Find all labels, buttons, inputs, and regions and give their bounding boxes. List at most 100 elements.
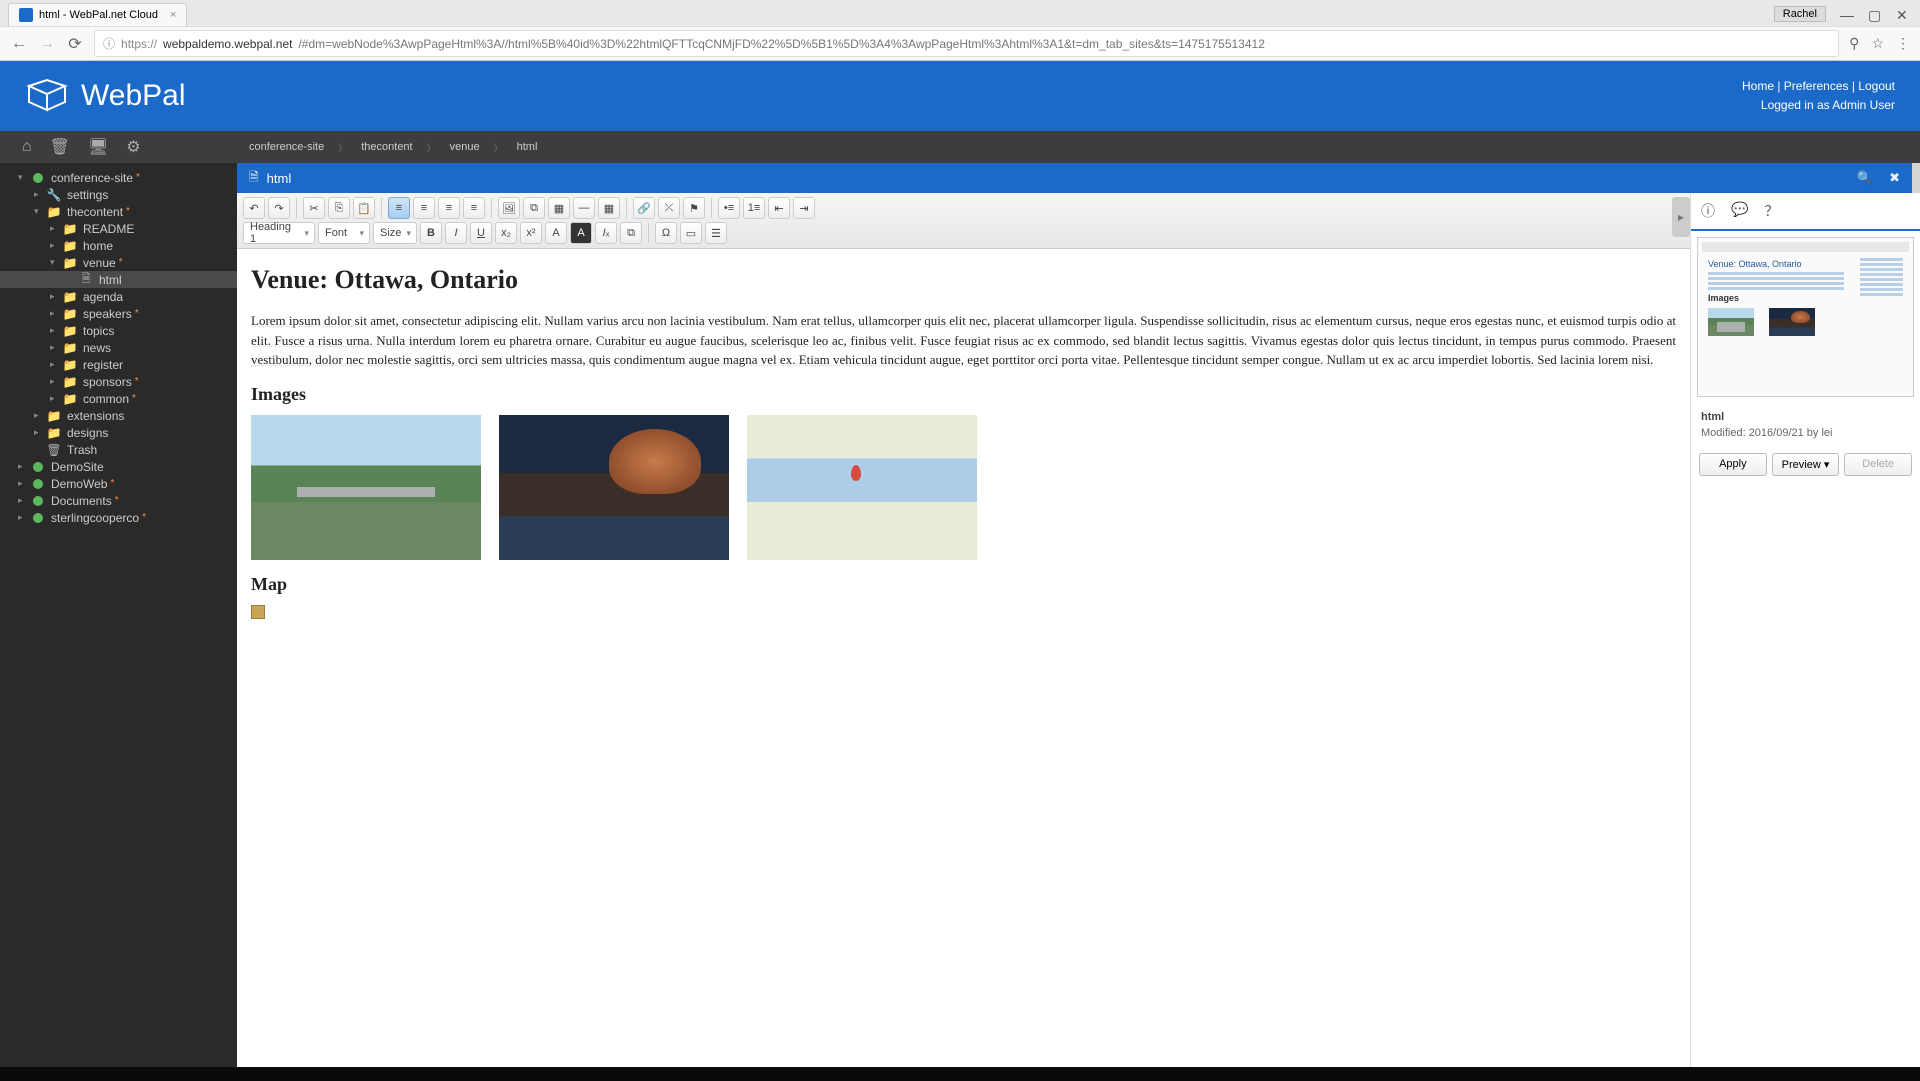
content-paragraph[interactable]: Lorem ipsum dolor sit amet, consectetur … <box>251 311 1676 370</box>
browser-menu-icon[interactable]: ⋮ <box>1896 35 1910 52</box>
content-image-2[interactable] <box>499 415 729 560</box>
tree-item-conference-site[interactable]: ▾conference-site* <box>0 169 237 186</box>
tree-item-register[interactable]: ▸📁register <box>0 356 237 373</box>
search-icon[interactable]: 🔍 <box>1857 170 1873 186</box>
align-right-icon[interactable]: ≡ <box>438 197 460 219</box>
align-center-icon[interactable]: ≡ <box>413 197 435 219</box>
nav-forward-icon[interactable]: → <box>38 35 56 53</box>
unlink-icon[interactable]: ⤫ <box>658 197 680 219</box>
tree-item-venue[interactable]: ▾📁venue* <box>0 254 237 271</box>
bg-color-icon[interactable]: A <box>570 222 592 244</box>
media-icon[interactable]: ▦ <box>548 197 570 219</box>
tree-arrow-icon[interactable]: ▸ <box>34 410 44 421</box>
location-icon[interactable]: ⚲ <box>1849 35 1859 52</box>
align-left-icon[interactable]: ≡ <box>388 197 410 219</box>
anchor-icon[interactable]: ⚑ <box>683 197 705 219</box>
map-placeholder-icon[interactable] <box>251 605 265 619</box>
tree-item-topics[interactable]: ▸📁topics <box>0 322 237 339</box>
tree-arrow-icon[interactable]: ▸ <box>50 308 60 319</box>
align-justify-icon[interactable]: ≡ <box>463 197 485 219</box>
tree-item-news[interactable]: ▸📁news <box>0 339 237 356</box>
tree-item-designs[interactable]: ▸📁designs <box>0 424 237 441</box>
tree-item-extensions[interactable]: ▸📁extensions <box>0 407 237 424</box>
heading-select[interactable]: Heading 1 <box>243 222 315 244</box>
bold-icon[interactable]: B <box>420 222 442 244</box>
tree-arrow-icon[interactable]: ▸ <box>18 461 28 472</box>
desktop-icon[interactable]: 🖥 <box>88 137 108 157</box>
content-image-3[interactable] <box>747 415 977 560</box>
link-home[interactable]: Home <box>1742 79 1774 93</box>
tree-arrow-icon[interactable]: ▸ <box>50 325 60 336</box>
nav-reload-icon[interactable]: ⟳ <box>66 35 84 53</box>
window-minimize-icon[interactable]: — <box>1840 7 1854 21</box>
image-icon[interactable]: 🖼 <box>498 197 520 219</box>
window-maximize-icon[interactable]: ▢ <box>1868 7 1882 21</box>
link-icon[interactable]: 🔗 <box>633 197 655 219</box>
help-tab-icon[interactable]: ？ <box>1764 201 1778 221</box>
content-subheading-images[interactable]: Images <box>251 384 1676 405</box>
tree-arrow-icon[interactable]: ▸ <box>18 478 28 489</box>
show-blocks-icon[interactable]: ▭ <box>680 222 702 244</box>
content-subheading-map[interactable]: Map <box>251 574 1676 595</box>
tree-item-readme[interactable]: ▸📁README <box>0 220 237 237</box>
tree-arrow-icon[interactable]: ▸ <box>50 240 60 251</box>
browser-tab[interactable]: html - WebPal.net Cloud × <box>8 3 187 26</box>
link-preferences[interactable]: Preferences <box>1784 79 1849 93</box>
tree-item-demoweb[interactable]: ▸DemoWeb* <box>0 475 237 492</box>
link-logout[interactable]: Logout <box>1858 79 1895 93</box>
tree-arrow-icon[interactable]: ▸ <box>50 376 60 387</box>
content-image-1[interactable] <box>251 415 481 560</box>
delete-button[interactable]: Delete <box>1844 453 1912 476</box>
tree-arrow-icon[interactable]: ▸ <box>50 291 60 302</box>
breadcrumb-item[interactable]: thecontent <box>361 141 412 153</box>
info-tab-icon[interactable]: ⓘ <box>1701 201 1715 221</box>
tree-arrow-icon[interactable]: ▸ <box>18 512 28 523</box>
close-panel-icon[interactable]: ✖ <box>1889 170 1900 186</box>
tree-arrow-icon[interactable]: ▾ <box>34 206 44 217</box>
tree-item-documents[interactable]: ▸Documents* <box>0 492 237 509</box>
tree-arrow-icon[interactable]: ▸ <box>34 189 44 200</box>
indent-icon[interactable]: ⇥ <box>793 197 815 219</box>
size-select[interactable]: Size <box>373 222 417 244</box>
cut-icon[interactable]: ✂ <box>303 197 325 219</box>
undo-icon[interactable]: ↶ <box>243 197 265 219</box>
numbered-list-icon[interactable]: 1≡ <box>743 197 765 219</box>
editor-canvas[interactable]: Venue: Ottawa, Ontario Lorem ipsum dolor… <box>237 249 1690 1067</box>
tree-item-home[interactable]: ▸📁home <box>0 237 237 254</box>
embed-icon[interactable]: ⧉ <box>523 197 545 219</box>
tree-item-sterlingcooperco[interactable]: ▸sterlingcooperco* <box>0 509 237 526</box>
comments-tab-icon[interactable]: 💬 <box>1731 201 1748 221</box>
browser-user-chip[interactable]: Rachel <box>1774 6 1826 22</box>
brand-logo[interactable]: WebPal <box>25 78 186 114</box>
redo-icon[interactable]: ↷ <box>268 197 290 219</box>
gear-icon[interactable]: ⚙ <box>126 137 140 157</box>
templates-icon[interactable]: ☰ <box>705 222 727 244</box>
tree-item-speakers[interactable]: ▸📁speakers* <box>0 305 237 322</box>
table-icon[interactable]: ▦ <box>598 197 620 219</box>
bookmark-icon[interactable]: ☆ <box>1871 35 1884 52</box>
italic-icon[interactable]: I <box>445 222 467 244</box>
preview-thumbnail[interactable]: Venue: Ottawa, Ontario Images <box>1697 237 1914 397</box>
remove-format-icon[interactable]: Iₓ <box>595 222 617 244</box>
tree-arrow-icon[interactable]: ▾ <box>18 172 28 183</box>
preview-button[interactable]: Preview ▾ <box>1772 453 1840 476</box>
font-select[interactable]: Font <box>318 222 370 244</box>
tree-item-settings[interactable]: ▸🔧settings <box>0 186 237 203</box>
tree-arrow-icon[interactable]: ▾ <box>50 257 60 268</box>
superscript-icon[interactable]: x² <box>520 222 542 244</box>
toolbar-collapse-icon[interactable]: ▸ <box>1672 197 1690 237</box>
paste-icon[interactable]: 📋 <box>353 197 375 219</box>
tree-arrow-icon[interactable]: ▸ <box>50 223 60 234</box>
special-char-icon[interactable]: Ω <box>655 222 677 244</box>
text-color-icon[interactable]: A <box>545 222 567 244</box>
tree-item-trash[interactable]: 🗑Trash <box>0 441 237 458</box>
tree-item-agenda[interactable]: ▸📁agenda <box>0 288 237 305</box>
apply-button[interactable]: Apply <box>1699 453 1767 476</box>
tree-item-common[interactable]: ▸📁common* <box>0 390 237 407</box>
tree-item-demosite[interactable]: ▸DemoSite <box>0 458 237 475</box>
tree-arrow-icon[interactable]: ▸ <box>18 495 28 506</box>
tree-arrow-icon[interactable]: ▸ <box>34 427 44 438</box>
breadcrumb-item[interactable]: conference-site <box>249 141 324 153</box>
home-icon[interactable]: ⌂ <box>22 138 32 156</box>
tree-item-thecontent[interactable]: ▾📁thecontent* <box>0 203 237 220</box>
